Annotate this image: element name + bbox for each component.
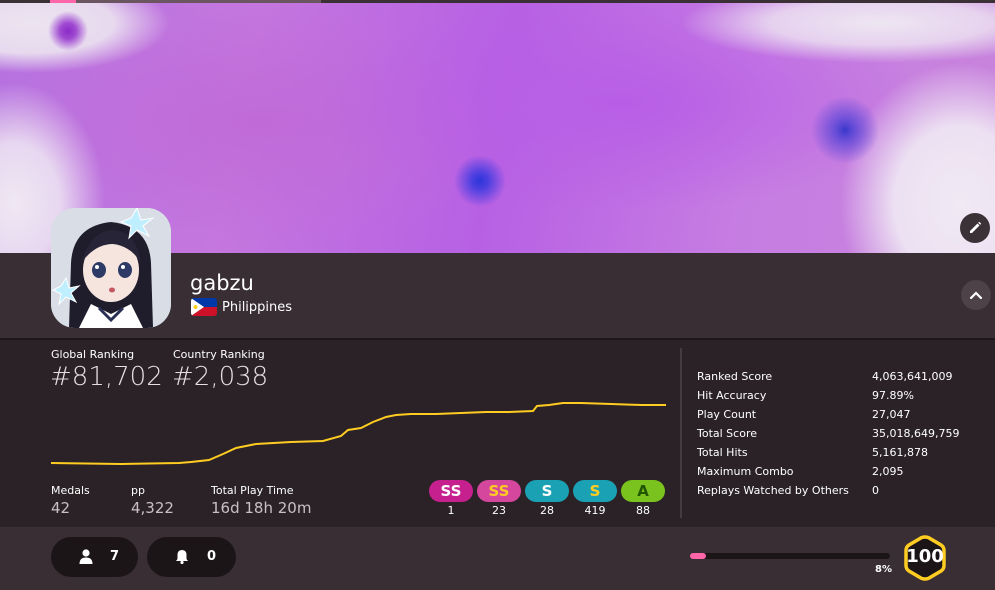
level-progress-label: 8% (875, 564, 892, 575)
flag-philippines-icon (191, 298, 217, 316)
total-score-label: Total Score (697, 427, 757, 440)
country-ranking-label: Country Ranking (173, 348, 265, 361)
level-progress-bar (690, 553, 890, 559)
user-icon (79, 549, 93, 564)
country-ranking-value: #2,038 (172, 362, 269, 392)
play-time-value: 16d 18h 20m (211, 499, 312, 517)
stats-separator (680, 348, 682, 518)
grade-ssh-badge: SS (429, 480, 473, 502)
grade-a-count: 88 (636, 504, 650, 517)
grade-s-badge: S (573, 480, 617, 502)
play-count-label: Play Count (697, 408, 757, 421)
grade-a-label: A (637, 482, 649, 500)
avatar[interactable] (51, 208, 171, 328)
medals-label: Medals (51, 484, 90, 497)
grade-a-badge: A (621, 480, 665, 502)
total-hits-label: Total Hits (697, 446, 748, 459)
level-value: 100 (906, 546, 944, 567)
followers-count: 7 (110, 549, 120, 564)
total-hits-value: 5,161,878 (872, 446, 928, 459)
followers-button[interactable]: 7 (51, 537, 138, 577)
edit-cover-button[interactable] (960, 213, 990, 243)
chevron-up-icon (970, 291, 982, 299)
grade-sh-label: S (541, 482, 553, 500)
grade-ssh-label: SS (440, 482, 462, 500)
level-progress-fill (690, 553, 706, 559)
pencil-icon (970, 221, 982, 233)
collapse-header-button[interactable] (961, 280, 991, 310)
grade-sh-count: 28 (540, 504, 554, 517)
grade-ss-label: SS (488, 482, 510, 500)
subscribers-button[interactable]: 0 (147, 537, 236, 577)
pp-value: 4,322 (131, 499, 174, 517)
bell-icon (176, 550, 188, 564)
global-ranking-value: #81,702 (50, 362, 163, 392)
username: gabzu (190, 271, 254, 295)
replays-watched-label: Replays Watched by Others (697, 484, 849, 497)
grade-ss-badge: SS (477, 480, 521, 502)
grade-s-count: 419 (584, 504, 606, 517)
global-ranking-label: Global Ranking (51, 348, 135, 361)
grade-ssh-count: 1 (447, 504, 455, 517)
rank-history-line (51, 402, 666, 466)
grade-sh-badge: S (525, 480, 569, 502)
max-combo-label: Maximum Combo (697, 465, 794, 478)
play-count-value: 27,047 (872, 408, 911, 421)
hit-accuracy-label: Hit Accuracy (697, 389, 767, 402)
replays-watched-value: 0 (872, 484, 879, 497)
max-combo-value: 2,095 (872, 465, 904, 478)
ranked-score-label: Ranked Score (697, 370, 773, 383)
total-score-value: 35,018,649,759 (872, 427, 960, 440)
medals-value: 42 (51, 499, 71, 517)
play-time-label: Total Play Time (211, 484, 294, 497)
pp-label: pp (131, 484, 145, 497)
ranked-score-value: 4,063,641,009 (872, 370, 953, 383)
country-name[interactable]: Philippines (222, 300, 292, 315)
stats-divider (0, 338, 995, 340)
grade-s-label: S (589, 482, 601, 500)
rank-history-graph[interactable] (51, 400, 666, 470)
subscribers-count: 0 (207, 549, 217, 564)
avatar-illustration (51, 208, 171, 328)
hit-accuracy-value: 97.89% (872, 389, 914, 402)
grade-ss-count: 23 (492, 504, 506, 517)
